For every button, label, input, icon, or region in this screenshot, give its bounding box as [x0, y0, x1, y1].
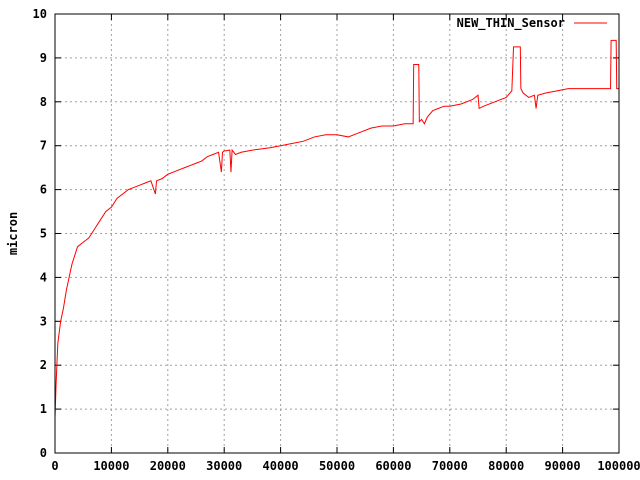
- y-tick-label: 1: [40, 402, 47, 416]
- chart-container: 0 10000 20000 30000 40000 50000 60000 70000 8000…: [0, 0, 640, 480]
- line-chart: 0 10000 20000 30000 40000 50000 60000 70000 8000…: [6, 7, 640, 473]
- x-tick-label: 80000: [488, 459, 524, 473]
- x-tick-labels: 0 10000 20000 30000 40000 50000 60000 70000 8000…: [51, 459, 640, 473]
- x-tick-label: 30000: [206, 459, 242, 473]
- y-tick-label: 8: [40, 95, 47, 109]
- x-tick-label: 50000: [319, 459, 355, 473]
- x-tick-label: 20000: [150, 459, 186, 473]
- x-tick-label: 10000: [93, 459, 129, 473]
- y-tick-label: 3: [40, 314, 47, 328]
- x-tick-label: 40000: [263, 459, 299, 473]
- x-tick-label: 90000: [545, 459, 581, 473]
- y-tick-label: 9: [40, 51, 47, 65]
- x-tick-label: 60000: [375, 459, 411, 473]
- y-tick-label: 2: [40, 358, 47, 372]
- grid: [55, 14, 619, 453]
- y-tick-label: 6: [40, 183, 47, 197]
- y-tick-label: 7: [40, 139, 47, 153]
- y-tick-label: 0: [40, 446, 47, 460]
- x-tick-label: 0: [51, 459, 58, 473]
- y-tick-label: 10: [33, 7, 47, 21]
- y-tick-labels: 0 1 2 3 4 5 6 7 8 9 10: [33, 7, 47, 460]
- x-tick-label: 70000: [432, 459, 468, 473]
- y-tick-label: 4: [40, 270, 47, 284]
- legend-label: NEW_THIN_Sensor: [457, 16, 565, 31]
- y-tick-label: 5: [40, 227, 47, 241]
- y-axis-title: micron: [6, 212, 20, 255]
- legend: NEW_THIN_Sensor: [457, 16, 607, 31]
- x-tick-label: 100000: [597, 459, 640, 473]
